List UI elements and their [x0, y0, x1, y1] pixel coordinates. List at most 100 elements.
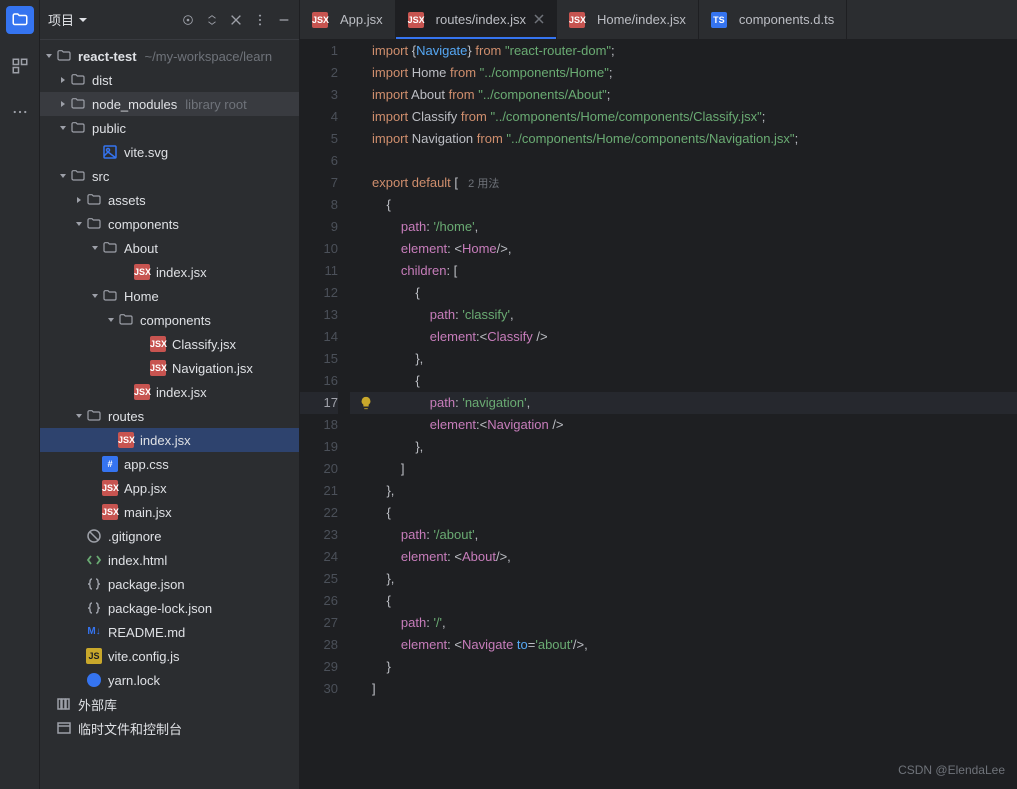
project-view-button[interactable]: [6, 6, 34, 34]
editor-tab[interactable]: TScomponents.d.ts: [699, 0, 847, 39]
sidebar-title[interactable]: 项目: [48, 10, 88, 29]
tree-label: index.jsx: [156, 265, 207, 280]
code-line[interactable]: [372, 150, 1017, 172]
code-line[interactable]: import Home from "../components/Home";: [372, 62, 1017, 84]
code-line[interactable]: {: [372, 502, 1017, 524]
more-views-button[interactable]: [6, 98, 34, 126]
tree-row[interactable]: #app.css: [40, 452, 299, 476]
tree-hint: ~/my-workspace/learn: [145, 49, 273, 64]
code-line[interactable]: element:<Navigation />: [372, 414, 1017, 436]
folder-icon: [102, 288, 118, 304]
tree-row[interactable]: M↓README.md: [40, 620, 299, 644]
tree-row[interactable]: components: [40, 212, 299, 236]
tree-row[interactable]: package.json: [40, 572, 299, 596]
tree-row[interactable]: .gitignore: [40, 524, 299, 548]
code-line[interactable]: },: [372, 436, 1017, 458]
structure-view-button[interactable]: [6, 52, 34, 80]
editor-tab[interactable]: JSXApp.jsx: [300, 0, 396, 39]
tree-label: index.jsx: [156, 385, 207, 400]
code-line[interactable]: path: '/about',: [372, 524, 1017, 546]
code-line[interactable]: {: [372, 282, 1017, 304]
tree-label: public: [92, 121, 126, 136]
code-line[interactable]: },: [372, 480, 1017, 502]
lightbulb-icon[interactable]: [358, 395, 374, 411]
tree-row[interactable]: assets: [40, 188, 299, 212]
code-line[interactable]: },: [372, 348, 1017, 370]
tree-row[interactable]: dist: [40, 68, 299, 92]
line-number: 3: [300, 84, 338, 106]
code-line[interactable]: path: '/',: [372, 612, 1017, 634]
code-line[interactable]: {: [372, 194, 1017, 216]
close-icon[interactable]: [534, 12, 544, 27]
code-line[interactable]: export default [ 2 用法: [372, 172, 1017, 194]
collapse-icon[interactable]: [229, 13, 243, 27]
code-line[interactable]: import Navigation from "../components/Ho…: [372, 128, 1017, 150]
code-line[interactable]: ]: [372, 458, 1017, 480]
folder-icon: [70, 96, 86, 112]
tree-row[interactable]: node_moduleslibrary root: [40, 92, 299, 116]
tree-row[interactable]: Home: [40, 284, 299, 308]
code-line[interactable]: import About from "../components/About";: [372, 84, 1017, 106]
code-line[interactable]: element: <Navigate to='about'/>,: [372, 634, 1017, 656]
hide-icon[interactable]: [277, 13, 291, 27]
tree-hint: library root: [185, 97, 246, 112]
tree-row[interactable]: JSvite.config.js: [40, 644, 299, 668]
ts-icon: TS: [711, 12, 727, 28]
code-line[interactable]: ]: [372, 678, 1017, 700]
code-line[interactable]: element: <Home/>,: [372, 238, 1017, 260]
editor-tab[interactable]: JSXroutes/index.jsx: [396, 0, 557, 39]
tree-row[interactable]: components: [40, 308, 299, 332]
code-line[interactable]: {: [372, 370, 1017, 392]
code-line[interactable]: element: <About/>,: [372, 546, 1017, 568]
tree-row[interactable]: public: [40, 116, 299, 140]
tree-row[interactable]: JSXindex.jsx: [40, 380, 299, 404]
folder-icon: [86, 408, 102, 424]
code-line[interactable]: {: [372, 590, 1017, 612]
code-line[interactable]: path: 'navigation',: [350, 392, 1017, 414]
tree-row[interactable]: JSXClassify.jsx: [40, 332, 299, 356]
tree-row[interactable]: JSXNavigation.jsx: [40, 356, 299, 380]
code-line[interactable]: path: 'classify',: [372, 304, 1017, 326]
line-number: 13: [300, 304, 338, 326]
code-line[interactable]: children: [: [372, 260, 1017, 282]
tree-row[interactable]: yarn.lock: [40, 668, 299, 692]
code-line[interactable]: path: '/home',: [372, 216, 1017, 238]
line-number: 16: [300, 370, 338, 392]
tree-row[interactable]: JSXindex.jsx: [40, 428, 299, 452]
tree-row[interactable]: routes: [40, 404, 299, 428]
tree-row[interactable]: src: [40, 164, 299, 188]
expand-icon[interactable]: [205, 13, 219, 27]
tree-label: dist: [92, 73, 112, 88]
tab-label: Home/index.jsx: [597, 12, 686, 27]
code-content[interactable]: import {Navigate} from "react-router-dom…: [350, 40, 1017, 789]
code-line[interactable]: }: [372, 656, 1017, 678]
line-number: 5: [300, 128, 338, 150]
tree-row[interactable]: JSXmain.jsx: [40, 500, 299, 524]
code-line[interactable]: import Classify from "../components/Home…: [372, 106, 1017, 128]
file-tree[interactable]: react-test~/my-workspace/learn dist node_m…: [40, 40, 299, 789]
tree-row[interactable]: JSXApp.jsx: [40, 476, 299, 500]
tree-row[interactable]: JSXindex.jsx: [40, 260, 299, 284]
line-number: 14: [300, 326, 338, 348]
tree-row[interactable]: 外部库: [40, 692, 299, 716]
code-editor[interactable]: 1234567891011121314151617181920212223242…: [300, 40, 1017, 789]
tree-row[interactable]: About: [40, 236, 299, 260]
code-line[interactable]: import {Navigate} from "react-router-dom…: [372, 40, 1017, 62]
options-icon[interactable]: [253, 13, 267, 27]
tree-label: vite.svg: [124, 145, 168, 160]
json-icon: [86, 576, 102, 592]
tree-row[interactable]: package-lock.json: [40, 596, 299, 620]
line-number: 27: [300, 612, 338, 634]
tree-row[interactable]: 临时文件和控制台: [40, 716, 299, 740]
code-line[interactable]: },: [372, 568, 1017, 590]
code-line[interactable]: element:<Classify />: [372, 326, 1017, 348]
tree-label: yarn.lock: [108, 673, 160, 688]
tree-row[interactable]: index.html: [40, 548, 299, 572]
line-number: 7: [300, 172, 338, 194]
editor-tab[interactable]: JSXHome/index.jsx: [557, 0, 699, 39]
project-sidebar: 项目 react-test~/my-workspace/learn dist nod…: [40, 0, 300, 789]
locate-icon[interactable]: [181, 13, 195, 27]
tree-row[interactable]: vite.svg: [40, 140, 299, 164]
tree-label: index.html: [108, 553, 167, 568]
tree-row-root[interactable]: react-test~/my-workspace/learn: [40, 44, 299, 68]
